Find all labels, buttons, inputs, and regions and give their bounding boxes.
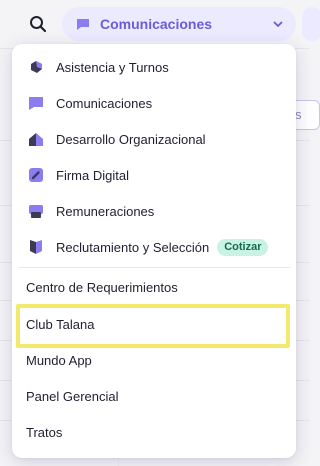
shift-icon — [28, 59, 44, 75]
menu-item-firma[interactable]: Firma Digital — [12, 157, 296, 193]
menu-item-comunicaciones[interactable]: Comunicaciones — [12, 85, 296, 121]
menu-link-club-talana[interactable]: Club Talana — [12, 306, 296, 342]
menu-item-label: Mundo App — [26, 352, 92, 368]
menu-item-label: Reclutamiento y Selección — [56, 239, 210, 255]
cotizar-badge[interactable]: Cotizar — [217, 238, 269, 256]
menu-item-label: Asistencia y Turnos — [56, 59, 169, 75]
search-icon — [30, 16, 47, 33]
menu-divider — [18, 267, 290, 268]
search-button[interactable] — [24, 10, 52, 38]
flag-icon — [28, 239, 44, 255]
menu-item-desarrollo[interactable]: Desarrollo Organizacional — [12, 121, 296, 157]
menu-item-label: Desarrollo Organizacional — [56, 131, 206, 147]
menu-item-label: Centro de Requerimientos — [26, 279, 178, 295]
header-stub — [302, 7, 320, 41]
module-select[interactable]: Comunicaciones — [62, 7, 296, 41]
chat-icon — [28, 95, 44, 111]
menu-link-tratos[interactable]: Tratos — [12, 414, 296, 450]
menu-item-label: Comunicaciones — [56, 95, 153, 111]
module-select-label: Comunicaciones — [100, 16, 213, 32]
menu-item-label: Remuneraciones — [56, 203, 155, 219]
chevron-down-icon — [272, 18, 284, 30]
menu-link-centro-requerimientos[interactable]: Centro de Requerimientos — [12, 269, 296, 305]
building-icon — [28, 131, 44, 147]
chat-icon — [76, 17, 90, 31]
payroll-icon — [28, 203, 44, 219]
menu-link-mundo-app[interactable]: Mundo App — [12, 342, 296, 378]
menu-link-panel-gerencial[interactable]: Panel Gerencial — [12, 378, 296, 414]
menu-item-reclutamiento[interactable]: Reclutamiento y Selección Cotizar — [12, 229, 296, 265]
menu-item-asistencia[interactable]: Asistencia y Turnos — [12, 49, 296, 85]
menu-item-label: Club Talana — [26, 316, 95, 332]
modules-dropdown: Asistencia y Turnos Comunicaciones Desar… — [12, 44, 296, 458]
menu-item-label: Firma Digital — [56, 167, 129, 183]
app-page: s Comunicaciones Asistencia y Turnos Com… — [0, 0, 320, 466]
menu-item-label: Panel Gerencial — [26, 388, 119, 404]
menu-item-remuneraciones[interactable]: Remuneraciones — [12, 193, 296, 229]
menu-item-label: Tratos — [26, 424, 63, 440]
pen-icon — [28, 167, 44, 183]
